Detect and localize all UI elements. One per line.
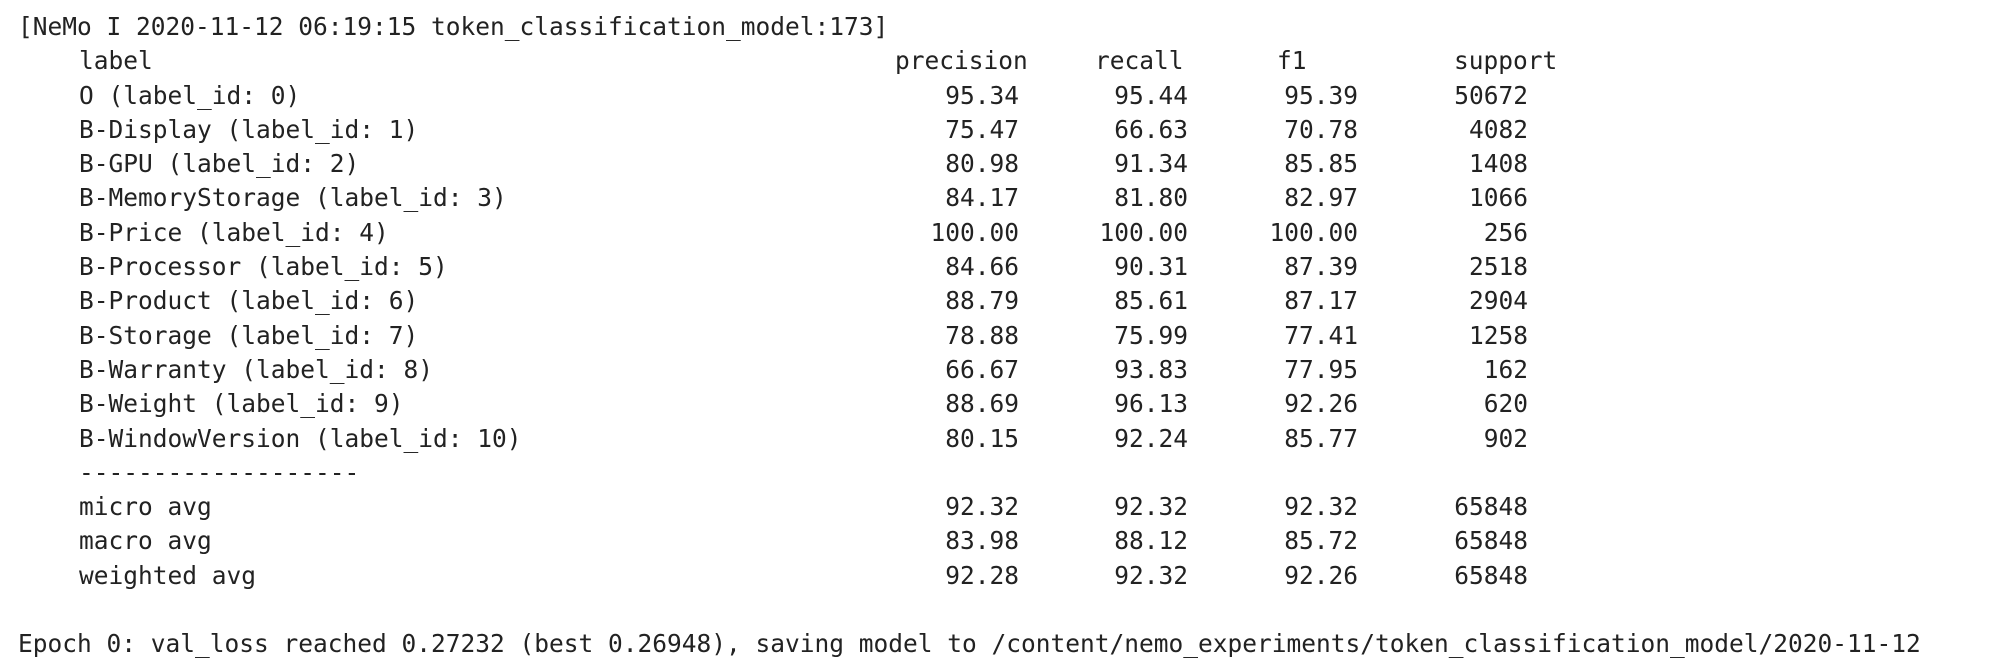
precision-value: 80.98 <box>945 149 1019 179</box>
support-value: 1408 <box>1468 149 1528 179</box>
f1-value: 100.00 <box>1269 217 1358 247</box>
table-row: B-MemoryStorage (label_id: 3) 84.17 81.80 8… <box>18 181 1996 215</box>
average-row: micro avg 92.32 92.32 92.32 65848 <box>18 490 1996 524</box>
table-row: B-Price (label_id: 4) 100.00 100.00 100.00 2… <box>18 216 1996 250</box>
column-header-support: support <box>1454 46 1558 76</box>
support-value: 65848 <box>1454 526 1528 556</box>
table-row: B-Storage (label_id: 7) 78.88 75.99 77.41 12… <box>18 319 1996 353</box>
precision-value: 83.98 <box>945 526 1019 556</box>
f1-value: 92.32 <box>1284 492 1358 522</box>
f1-value: 77.95 <box>1284 354 1358 384</box>
column-header-recall: recall <box>1095 46 1184 76</box>
row-label: B-Weight (label_id: 9) <box>79 389 404 419</box>
precision-value: 84.17 <box>945 183 1019 213</box>
f1-value: 82.97 <box>1284 183 1358 213</box>
row-label: B-MemoryStorage (label_id: 3) <box>79 183 507 213</box>
support-value: 65848 <box>1454 560 1528 590</box>
support-value: 620 <box>1483 389 1528 419</box>
row-label: B-Price (label_id: 4) <box>79 217 389 247</box>
recall-value: 96.13 <box>1114 389 1188 419</box>
precision-value: 88.79 <box>945 286 1019 316</box>
column-header-precision: precision <box>895 46 1028 76</box>
support-value: 256 <box>1483 217 1528 247</box>
recall-value: 90.31 <box>1114 252 1188 282</box>
separator-line: ------------------- <box>18 456 1996 490</box>
row-label: B-Storage (label_id: 7) <box>79 320 419 350</box>
table-row: B-Warranty (label_id: 8) 66.67 93.83 77.95 1… <box>18 353 1996 387</box>
precision-value: 88.69 <box>945 389 1019 419</box>
f1-value: 85.72 <box>1284 526 1358 556</box>
column-header-label: label <box>79 46 153 76</box>
support-value: 1258 <box>1468 320 1528 350</box>
separator-dashes: ------------------- <box>79 457 360 487</box>
support-value: 2518 <box>1468 252 1528 282</box>
support-value: 1066 <box>1468 183 1528 213</box>
table-row: B-GPU (label_id: 2) 80.98 91.34 85.85 1408 <box>18 147 1996 181</box>
average-rows: micro avg 92.32 92.32 92.32 65848 macro avg 83… <box>18 490 1996 593</box>
row-label: weighted avg <box>79 560 257 590</box>
f1-value: 87.17 <box>1284 286 1358 316</box>
recall-value: 66.63 <box>1114 114 1188 144</box>
recall-value: 85.61 <box>1114 286 1188 316</box>
precision-value: 80.15 <box>945 423 1019 453</box>
table-row: B-Display (label_id: 1) 75.47 66.63 70.78 40… <box>18 113 1996 147</box>
recall-value: 93.83 <box>1114 354 1188 384</box>
recall-value: 81.80 <box>1114 183 1188 213</box>
precision-value: 75.47 <box>945 114 1019 144</box>
support-value: 902 <box>1483 423 1528 453</box>
f1-value: 92.26 <box>1284 389 1358 419</box>
table-row: B-Product (label_id: 6) 88.79 85.61 87.17 29… <box>18 284 1996 318</box>
table-header-row: label precision recall f1 support <box>18 44 1996 78</box>
average-row: macro avg 83.98 88.12 85.72 65848 <box>18 524 1996 558</box>
average-row: weighted avg 92.28 92.32 92.26 65848 <box>18 559 1996 593</box>
precision-value: 95.34 <box>945 80 1019 110</box>
row-label: B-Display (label_id: 1) <box>79 114 419 144</box>
precision-value: 92.28 <box>945 560 1019 590</box>
recall-value: 92.32 <box>1114 492 1188 522</box>
metrics-rows: O (label_id: 0) 95.34 95.44 95.39 50672 B-Dis… <box>18 79 1996 456</box>
recall-value: 92.24 <box>1114 423 1188 453</box>
row-label: B-WindowVersion (label_id: 10) <box>79 423 522 453</box>
support-value: 2904 <box>1468 286 1528 316</box>
log-header-line: [NeMo I 2020-11-12 06:19:15 token_classi… <box>18 12 889 41</box>
support-value: 4082 <box>1468 114 1528 144</box>
recall-value: 88.12 <box>1114 526 1188 556</box>
f1-value: 77.41 <box>1284 320 1358 350</box>
recall-value: 95.44 <box>1114 80 1188 110</box>
precision-value: 100.00 <box>930 217 1019 247</box>
precision-value: 84.66 <box>945 252 1019 282</box>
precision-value: 78.88 <box>945 320 1019 350</box>
support-value: 65848 <box>1454 492 1528 522</box>
row-label: O (label_id: 0) <box>79 80 301 110</box>
column-header-f1: f1 <box>1277 46 1307 76</box>
table-row: B-Weight (label_id: 9) 88.69 96.13 92.26 620 <box>18 387 1996 421</box>
recall-value: 92.32 <box>1114 560 1188 590</box>
precision-value: 92.32 <box>945 492 1019 522</box>
f1-value: 85.85 <box>1284 149 1358 179</box>
row-label: B-GPU (label_id: 2) <box>79 149 360 179</box>
row-label: macro avg <box>79 526 212 556</box>
f1-value: 95.39 <box>1284 80 1358 110</box>
row-label: micro avg <box>79 492 212 522</box>
epoch-checkpoint-line: Epoch 0: val_loss reached 0.27232 (best … <box>18 629 1921 659</box>
row-label: B-Product (label_id: 6) <box>79 286 419 316</box>
f1-value: 92.26 <box>1284 560 1358 590</box>
f1-value: 85.77 <box>1284 423 1358 453</box>
table-row: B-WindowVersion (label_id: 10) 80.15 92.24… <box>18 422 1996 456</box>
recall-value: 75.99 <box>1114 320 1188 350</box>
recall-value: 100.00 <box>1099 217 1188 247</box>
table-row: B-Processor (label_id: 5) 84.66 90.31 87.39… <box>18 250 1996 284</box>
precision-value: 66.67 <box>945 354 1019 384</box>
table-row: O (label_id: 0) 95.34 95.44 95.39 50672 <box>18 79 1996 113</box>
recall-value: 91.34 <box>1114 149 1188 179</box>
f1-value: 70.78 <box>1284 114 1358 144</box>
row-label: B-Processor (label_id: 5) <box>79 252 448 282</box>
console-output: [NeMo I 2020-11-12 06:19:15 token_classi… <box>18 10 1996 662</box>
f1-value: 87.39 <box>1284 252 1358 282</box>
support-value: 50672 <box>1454 80 1528 110</box>
support-value: 162 <box>1483 354 1528 384</box>
row-label: B-Warranty (label_id: 8) <box>79 354 434 384</box>
